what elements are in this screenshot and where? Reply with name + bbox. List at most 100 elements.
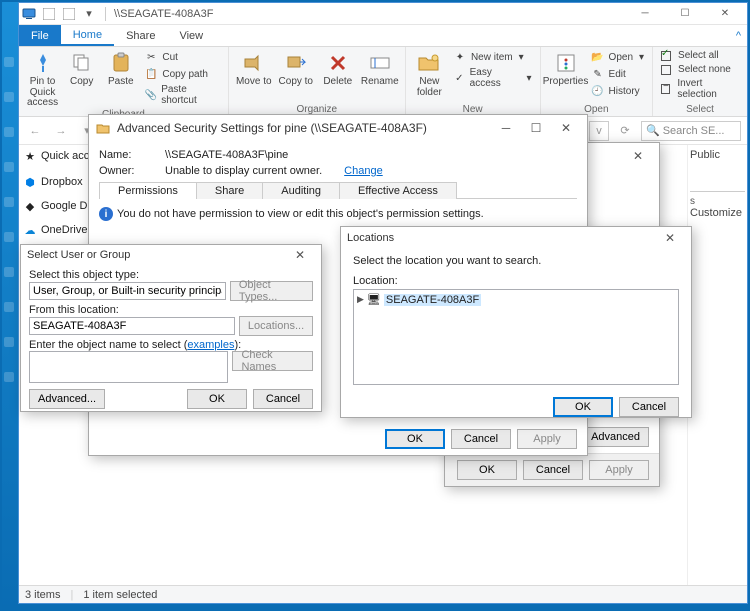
close-button[interactable]: ✕ (705, 3, 745, 25)
qat-undo-icon[interactable] (61, 6, 77, 22)
locations-button[interactable]: Locations... (239, 316, 313, 336)
copy-to-button[interactable]: Copy to (277, 49, 315, 88)
cancel-button[interactable]: Cancel (253, 389, 313, 409)
path-icon: 📋 (144, 67, 158, 81)
maximize-button[interactable]: ☐ (665, 3, 705, 25)
move-to-button[interactable]: Move to (235, 49, 273, 88)
object-types-button[interactable]: Object Types... (230, 281, 313, 301)
object-name-input[interactable] (29, 351, 228, 383)
select-none-icon (661, 65, 671, 75)
pin-to-quick-access-button[interactable]: Pin to Quick access (25, 49, 60, 109)
copy-button[interactable]: Copy (64, 49, 99, 88)
ribbon-group-clipboard: Pin to Quick access Copy Paste ✂Cut 📋Cop… (19, 47, 229, 116)
tab-permissions[interactable]: Permissions (99, 182, 197, 199)
status-selected-count: 1 item selected (83, 589, 157, 601)
paste-icon (107, 50, 135, 76)
tab-auditing[interactable]: Auditing (262, 182, 340, 199)
object-type-field (29, 282, 226, 300)
maximize-button[interactable]: ☐ (521, 117, 551, 139)
nav-back-button[interactable]: ← (25, 121, 45, 141)
info-icon: i (99, 207, 113, 221)
paste-button[interactable]: Paste (103, 49, 138, 88)
cancel-button[interactable]: Cancel (523, 460, 583, 480)
ok-button[interactable]: OK (187, 389, 247, 409)
ribbon-collapse-button[interactable]: ^ (736, 25, 747, 46)
dialog-titlebar[interactable]: Advanced Security Settings for pine (\\S… (89, 115, 587, 141)
details-pane: Public s Customize (687, 145, 747, 585)
ribbon-group-open: Properties 📂Open▾ ✎Edit 🕘History Open (541, 47, 654, 116)
examples-link[interactable]: examples (187, 339, 234, 351)
address-dropdown-button[interactable]: v (589, 121, 609, 141)
easy-access-icon: ✓ (453, 71, 466, 85)
open-button[interactable]: 📂Open▾ (589, 49, 647, 65)
location-tree[interactable]: ▶ 🖥 SEAGATE-408A3F (353, 289, 679, 385)
copyto-icon (282, 50, 310, 76)
cancel-button[interactable]: Cancel (451, 429, 511, 449)
tab-share[interactable]: Share (114, 25, 167, 46)
close-button[interactable]: ✕ (551, 117, 581, 139)
properties-button[interactable]: Properties (547, 49, 585, 88)
tab-home[interactable]: Home (61, 25, 114, 46)
copy-path-button[interactable]: 📋Copy path (142, 66, 221, 82)
tree-node-computer[interactable]: ▶ 🖥 SEAGATE-408A3F (357, 293, 675, 306)
refresh-button[interactable]: ⟳ (615, 121, 635, 141)
google-drive-icon: ◆ (23, 199, 37, 213)
qat-save-icon[interactable] (41, 6, 57, 22)
change-owner-link[interactable]: Change (344, 165, 383, 177)
select-all-icon (661, 51, 671, 61)
dialog-titlebar[interactable]: Locations ✕ (341, 227, 691, 249)
new-item-button[interactable]: ✦New item▾ (451, 49, 534, 65)
select-none-button[interactable]: Select none (659, 63, 741, 76)
explorer-title: \\SEAGATE-408A3F (110, 8, 625, 20)
search-input[interactable]: 🔍Search SE... (641, 121, 741, 141)
ok-button[interactable]: OK (457, 460, 517, 480)
tab-file[interactable]: File (19, 25, 61, 46)
apply-button[interactable]: Apply (589, 460, 649, 480)
expand-icon[interactable]: ▶ (357, 294, 364, 305)
pin-icon (29, 50, 57, 76)
owner-label: Owner: (99, 165, 159, 177)
onedrive-icon: ☁ (23, 223, 37, 237)
dialog-titlebar[interactable]: Select User or Group ✕ (21, 245, 321, 265)
invert-icon (661, 84, 670, 94)
tab-view[interactable]: View (167, 25, 215, 46)
delete-button[interactable]: Delete (319, 49, 357, 88)
edit-button[interactable]: ✎Edit (589, 66, 647, 82)
open-icon: 📂 (591, 50, 605, 64)
apply-button[interactable]: Apply (517, 429, 577, 449)
check-names-button[interactable]: Check Names (232, 351, 313, 371)
minimize-button[interactable]: ─ (625, 3, 665, 25)
ok-button[interactable]: OK (553, 397, 613, 417)
explorer-titlebar[interactable]: ▾ \\SEAGATE-408A3F ─ ☐ ✕ (19, 3, 747, 25)
advanced-button[interactable]: Advanced... (29, 389, 105, 409)
desktop-icon-strip (2, 32, 18, 592)
properties-icon (552, 50, 580, 76)
cut-button[interactable]: ✂Cut (142, 49, 221, 65)
new-folder-button[interactable]: New folder (412, 49, 447, 98)
tab-effective-access[interactable]: Effective Access (339, 182, 457, 199)
object-name-value: \\SEAGATE-408A3F\pine (165, 149, 288, 161)
invert-selection-button[interactable]: Invert selection (659, 77, 741, 101)
cancel-button[interactable]: Cancel (619, 397, 679, 417)
locations-prompt: Select the location you want to search. (353, 255, 679, 267)
owner-value: Unable to display current owner. (165, 165, 322, 177)
tab-share[interactable]: Share (196, 182, 263, 199)
minimize-button[interactable]: ─ (491, 117, 521, 139)
easy-access-button[interactable]: ✓Easy access▾ (451, 66, 534, 90)
details-customize-tab[interactable]: Customize (690, 207, 742, 219)
ok-button[interactable]: OK (385, 429, 445, 449)
close-button[interactable]: ✕ (623, 145, 653, 167)
advanced-button[interactable]: Advanced (582, 427, 649, 447)
ribbon-group-select: Select all Select none Invert selection … (653, 47, 747, 116)
history-button[interactable]: 🕘History (589, 83, 647, 99)
delete-icon (324, 50, 352, 76)
close-button[interactable]: ✕ (655, 227, 685, 249)
paste-shortcut-button[interactable]: 📎Paste shortcut (142, 83, 221, 107)
select-all-button[interactable]: Select all (659, 49, 741, 62)
rename-button[interactable]: Rename (361, 49, 399, 88)
qat-more-icon[interactable]: ▾ (81, 6, 97, 22)
edit-icon: ✎ (591, 67, 605, 81)
nav-forward-button[interactable]: → (51, 121, 71, 141)
moveto-icon (240, 50, 268, 76)
close-button[interactable]: ✕ (285, 244, 315, 266)
